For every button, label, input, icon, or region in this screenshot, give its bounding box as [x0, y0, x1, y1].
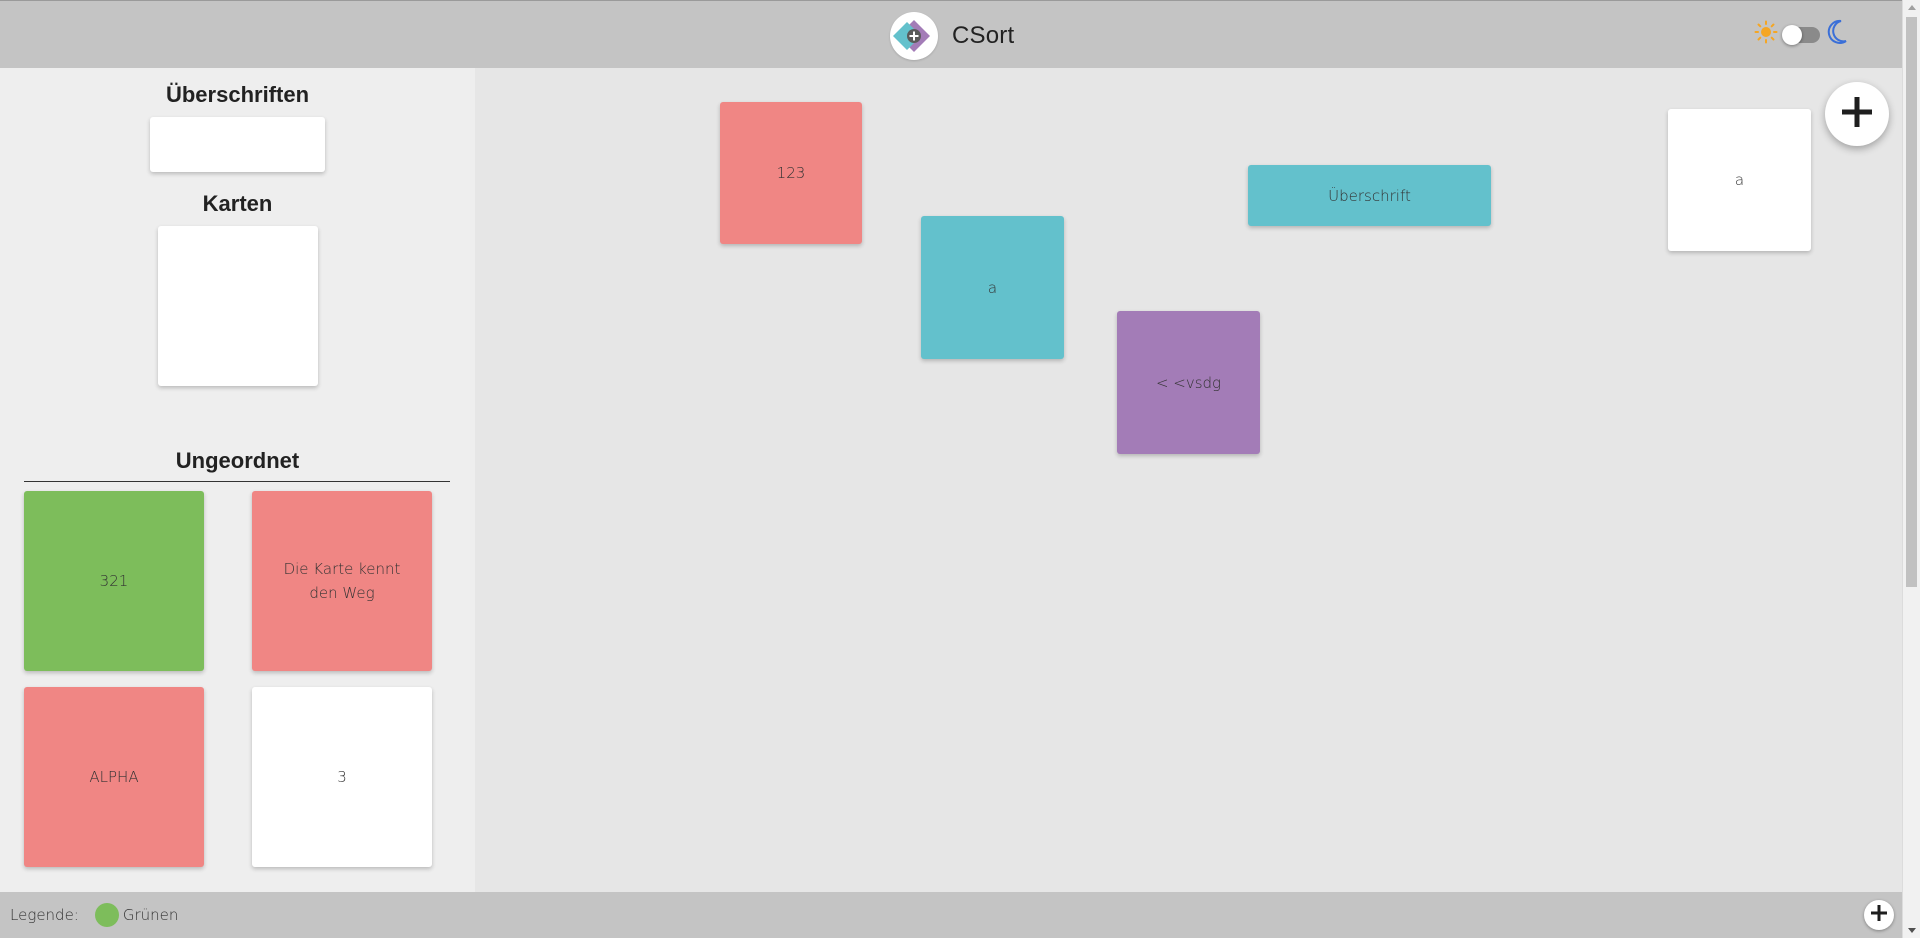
theme-toggle[interactable] — [1782, 24, 1820, 45]
card-text: a — [1734, 171, 1745, 189]
card-text: Überschrift — [1328, 186, 1411, 205]
scroll-up-arrow-icon[interactable] — [1908, 5, 1916, 10]
card-text: 3 — [337, 768, 347, 786]
unordered-card[interactable]: 321 — [24, 491, 204, 671]
unordered-card[interactable]: 3 — [252, 687, 432, 867]
card-text: 123 — [776, 164, 806, 182]
plus-icon — [1870, 904, 1888, 927]
scrollbar-thumb[interactable] — [1906, 17, 1917, 587]
card-text: Die Karte kennt den Weg — [283, 560, 401, 602]
legend-bar: Legende: Grünen — [0, 892, 1902, 938]
unordered-card[interactable]: Die Karte kennt den Weg — [252, 491, 432, 671]
moon-icon — [1826, 19, 1850, 50]
headings-section-title: Überschriften — [165, 82, 310, 107]
add-card-button[interactable] — [1825, 82, 1889, 146]
card-template[interactable] — [158, 226, 318, 386]
unordered-card[interactable]: ALPHA — [24, 687, 204, 867]
vertical-scrollbar[interactable] — [1902, 0, 1920, 938]
add-legend-button[interactable] — [1864, 900, 1894, 930]
brand[interactable]: CSort — [890, 11, 1014, 61]
csort-logo-icon — [890, 12, 938, 60]
legend-label: Legende: — [10, 906, 79, 924]
app-title: CSort — [952, 22, 1015, 49]
card-text: 321 — [99, 572, 129, 590]
board-card[interactable]: < <vsdg — [1117, 311, 1260, 454]
heading-template-card[interactable] — [150, 117, 325, 172]
sun-icon — [1754, 20, 1778, 49]
theme-switch[interactable] — [1754, 19, 1850, 50]
card-text: ALPHA — [89, 768, 139, 786]
scroll-down-arrow-icon[interactable] — [1908, 928, 1916, 933]
sidebar: Überschriften Karten Ungeordnet 321 Die … — [0, 68, 475, 892]
board-heading-card[interactable]: Überschrift — [1248, 165, 1491, 226]
card-text: a — [987, 278, 998, 297]
csort-app: CSort Überschriften Karten Ungeordnet 32… — [0, 0, 1920, 938]
card-text: < <vsdg — [1155, 373, 1222, 392]
board-card[interactable]: 123 — [720, 102, 862, 244]
legend-color-dot[interactable] — [94, 903, 119, 927]
cards-section-title: Karten — [202, 191, 273, 216]
plus-icon — [1840, 95, 1874, 134]
legend-item-label[interactable]: Grünen — [123, 906, 179, 924]
unordered-section-title: Ungeordnet — [175, 448, 300, 473]
board-card[interactable]: a — [1668, 109, 1811, 251]
top-app-bar: CSort — [0, 0, 1902, 68]
unordered-divider — [24, 481, 450, 482]
board-card[interactable]: a — [921, 216, 1064, 359]
theme-toggle-knob[interactable] — [1782, 24, 1802, 45]
